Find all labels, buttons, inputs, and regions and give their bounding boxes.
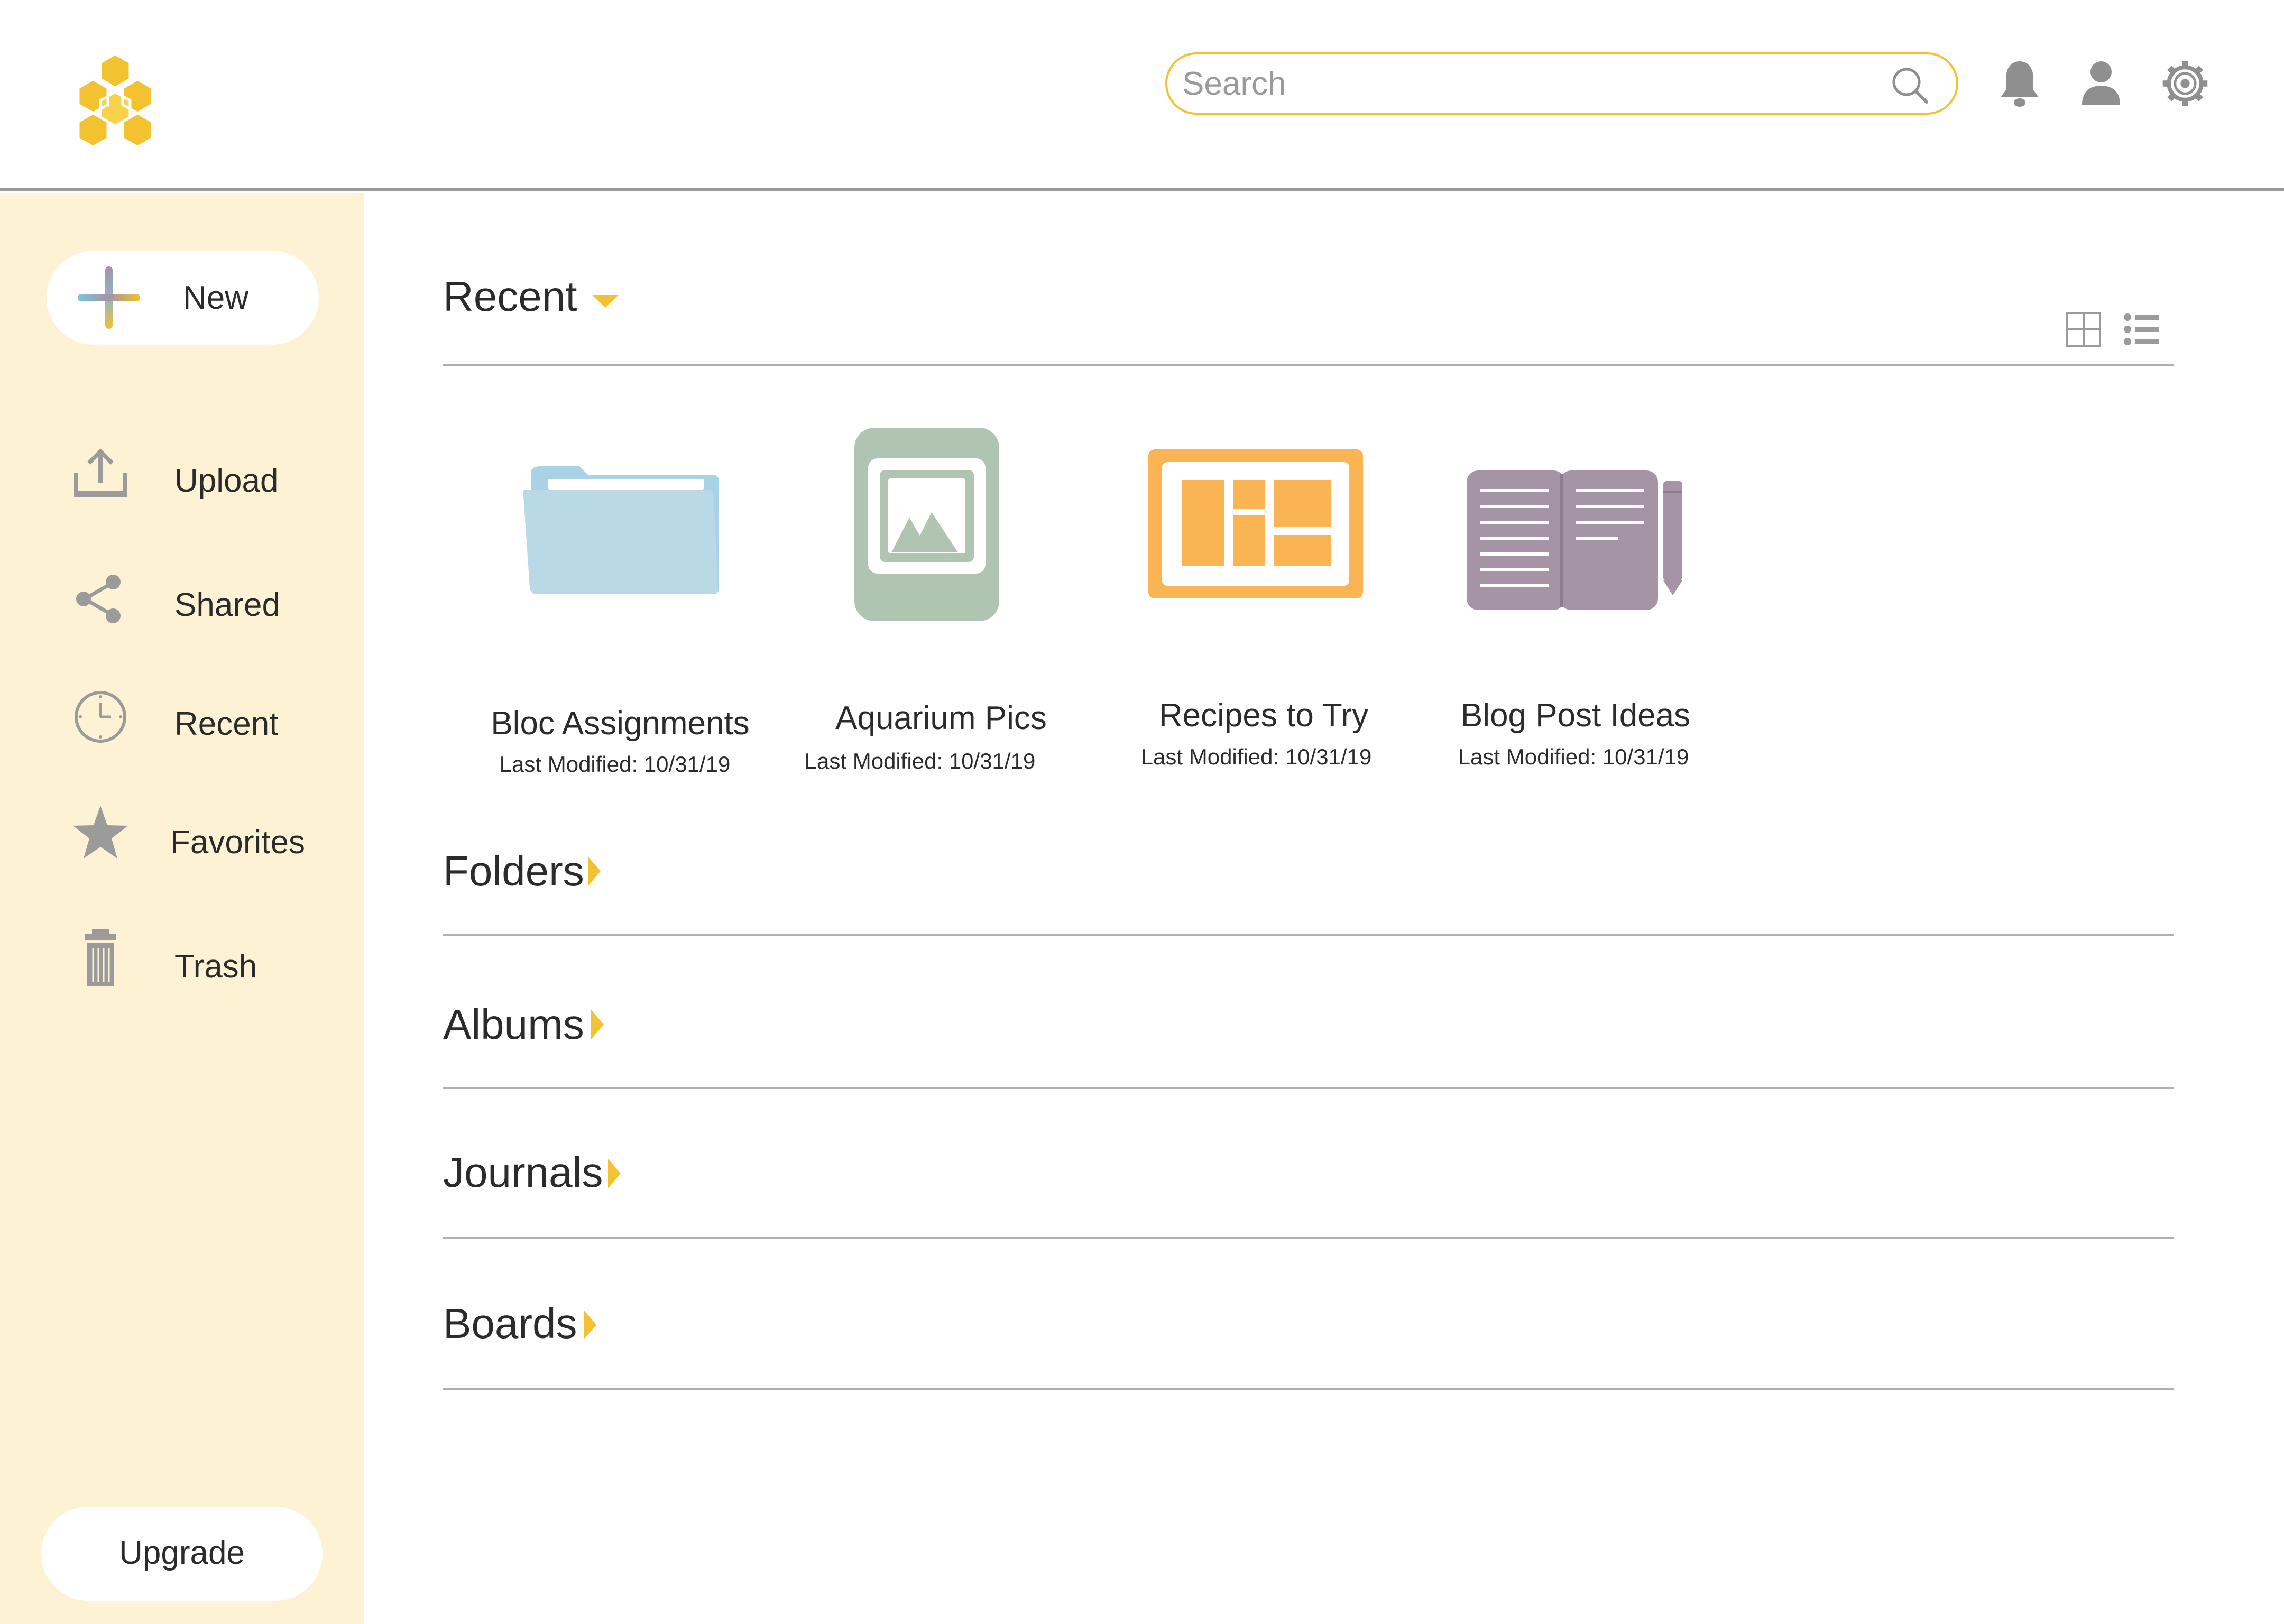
caret-right-icon[interactable] — [584, 1310, 597, 1340]
album-icon — [854, 428, 999, 621]
folders-section-title[interactable]: Folders — [443, 847, 584, 896]
sidebar-item-label: Shared — [174, 587, 280, 623]
journal-icon — [1467, 470, 1682, 610]
grid-view-icon[interactable] — [2065, 311, 2102, 348]
sidebar-item-label: Recent — [174, 706, 279, 742]
item-modified: Last Modified: 10/31/19 — [499, 752, 731, 777]
plus-icon — [78, 266, 140, 329]
item-name: Recipes to Try — [1158, 697, 1369, 734]
item-modified: Last Modified: 10/31/19 — [1140, 744, 1372, 769]
sidebar-item-recent[interactable]: Recent — [0, 685, 364, 764]
sidebar-item-upload[interactable]: Upload — [0, 442, 364, 521]
item-modified: Last Modified: 10/31/19 — [804, 749, 1036, 773]
upgrade-button-label: Upgrade — [119, 1535, 245, 1571]
sidebar-item-favorites[interactable]: Favorites — [0, 801, 364, 881]
new-button-label: New — [183, 280, 249, 316]
sidebar-item-shared[interactable]: Shared — [0, 566, 364, 645]
folder-icon — [523, 466, 719, 594]
sidebar: New Upload Shared Recent Favorites Trash… — [0, 193, 364, 1624]
boards-divider — [443, 1388, 2174, 1390]
search-bar[interactable] — [1165, 52, 1958, 115]
board-icon — [1148, 449, 1363, 598]
upload-icon — [74, 448, 127, 497]
sidebar-item-label: Upload — [174, 463, 279, 499]
item-name: Bloc Assignments — [491, 705, 750, 742]
caret-right-icon[interactable] — [588, 856, 602, 886]
search-input[interactable] — [1182, 62, 1880, 105]
trash-icon — [85, 929, 116, 986]
bell-icon[interactable] — [1994, 57, 2045, 110]
sidebar-item-label: Favorites — [170, 824, 305, 861]
search-icon[interactable] — [1889, 64, 1931, 106]
item-name: Blog Post Ideas — [1460, 697, 1691, 734]
honeycomb-logo[interactable] — [62, 48, 168, 153]
list-view-icon[interactable] — [2123, 311, 2160, 348]
new-button[interactable]: New — [47, 251, 319, 345]
albums-section-title[interactable]: Albums — [443, 1000, 584, 1049]
caret-down-icon[interactable] — [592, 295, 619, 309]
clock-icon — [75, 691, 126, 743]
gear-icon[interactable] — [2160, 57, 2211, 110]
caret-right-icon[interactable] — [591, 1010, 605, 1039]
item-name: Aquarium Pics — [835, 700, 1047, 736]
sidebar-item-trash[interactable]: Trash — [0, 926, 364, 1005]
caret-right-icon[interactable] — [608, 1159, 622, 1188]
journals-section-title[interactable]: Journals — [443, 1148, 603, 1197]
albums-divider — [443, 1087, 2174, 1089]
folders-divider — [443, 934, 2174, 936]
item-modified: Last Modified: 10/31/19 — [1458, 744, 1689, 769]
app-window: New Upload Shared — [0, 0, 2284, 1624]
upgrade-button[interactable]: Upgrade — [41, 1507, 323, 1601]
journals-divider — [443, 1237, 2174, 1239]
boards-section-title[interactable]: Boards — [443, 1299, 577, 1348]
top-header — [0, 0, 2284, 191]
star-icon — [73, 806, 128, 859]
user-icon[interactable] — [2076, 57, 2126, 110]
recent-divider — [443, 364, 2174, 366]
recent-section-title[interactable]: Recent — [443, 272, 577, 321]
share-icon — [76, 575, 121, 623]
sidebar-item-label: Trash — [174, 948, 257, 985]
